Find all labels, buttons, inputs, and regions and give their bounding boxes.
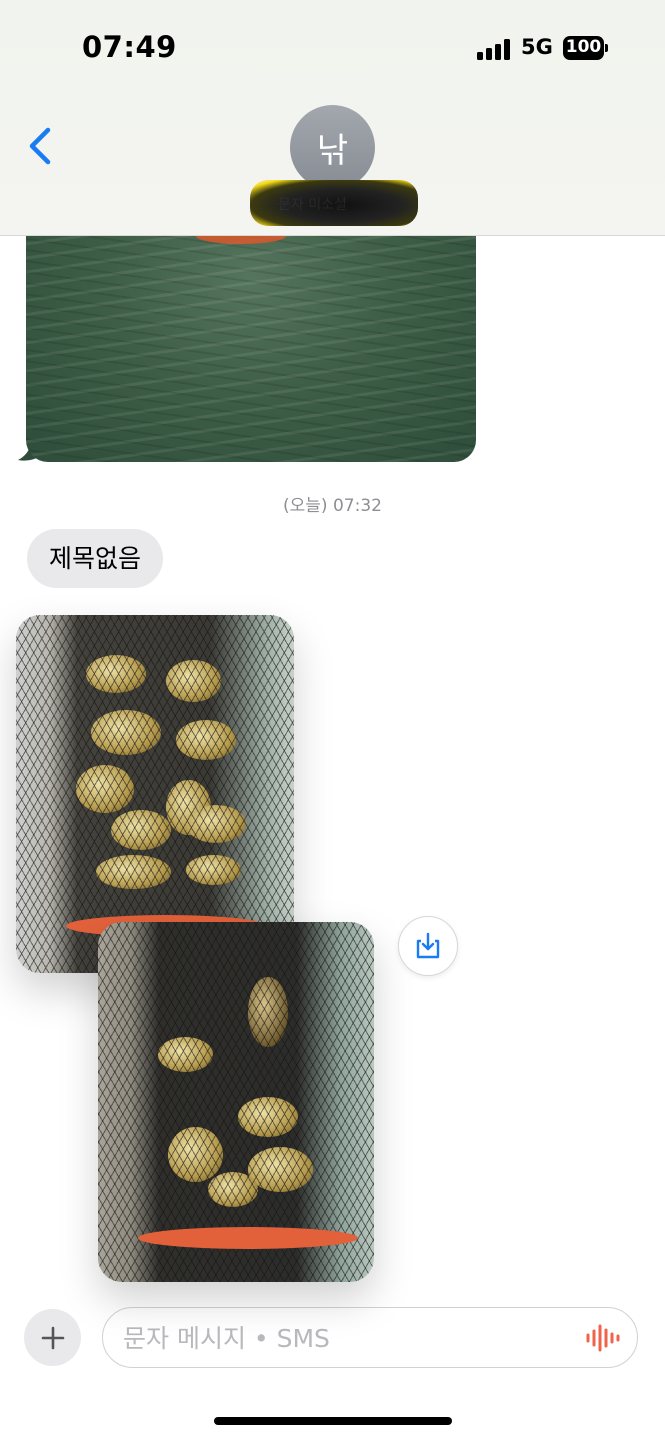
contact-name: 문자 미소셜 xyxy=(278,197,347,213)
battery-level: 100 xyxy=(565,37,602,57)
save-photos-button[interactable] xyxy=(398,916,458,976)
contact-name-button[interactable]: 문자 미소셜 xyxy=(250,180,418,226)
status-time: 07:49 xyxy=(82,30,177,64)
chevron-left-icon xyxy=(29,127,51,165)
waveform-icon[interactable] xyxy=(585,1324,621,1352)
message-input[interactable] xyxy=(123,1318,573,1358)
battery-icon: 100 xyxy=(563,36,608,60)
add-attachment-button[interactable] xyxy=(24,1309,81,1366)
message-timestamp: (오늘) 07:32 xyxy=(283,496,382,516)
conversation-header: 07:49 5G 100 낚 문자 미소셜 xyxy=(0,0,665,236)
text-message-bubble[interactable]: 제목없음 xyxy=(27,529,164,588)
photo-message-fish-net-1[interactable] xyxy=(16,615,294,973)
photo-message-fish-net-2[interactable] xyxy=(98,922,374,1282)
network-type: 5G xyxy=(521,35,553,59)
contact-avatar[interactable]: 낚 xyxy=(290,105,375,190)
home-indicator xyxy=(214,1417,452,1425)
message-input-field[interactable] xyxy=(102,1307,638,1368)
photo-message-water[interactable] xyxy=(26,200,476,462)
plus-icon xyxy=(41,1326,64,1349)
back-button[interactable] xyxy=(24,124,58,168)
cellular-signal-icon xyxy=(477,38,513,60)
download-to-tray-icon xyxy=(416,932,440,959)
